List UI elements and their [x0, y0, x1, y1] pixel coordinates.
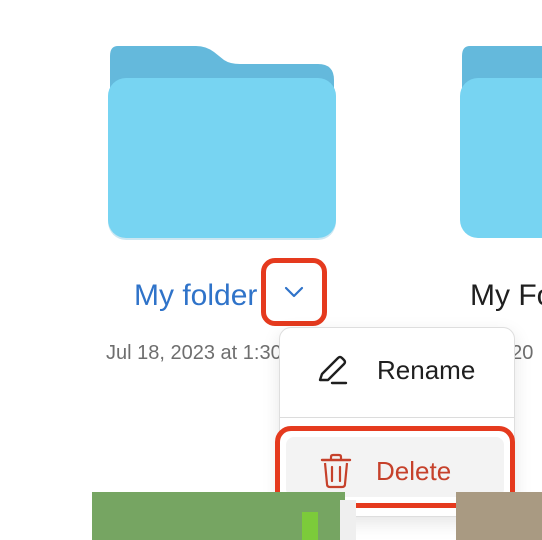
- folder-icon[interactable]: [108, 44, 336, 244]
- menu-item-label: Rename: [377, 355, 476, 385]
- folder-name[interactable]: My folder: [134, 281, 258, 311]
- chevron-down-icon: [284, 286, 304, 298]
- file-thumbnail-edge: [340, 500, 356, 540]
- file-browser: My folder Jul 18, 2023 at 1:30 My Fo , 2…: [0, 0, 542, 540]
- file-thumbnail[interactable]: [456, 492, 542, 540]
- folder-name[interactable]: My Fo: [470, 281, 542, 311]
- pencil-icon: [312, 350, 352, 390]
- folder-icon[interactable]: [460, 44, 542, 244]
- trash-icon: [316, 451, 356, 491]
- menu-item-label: Delete: [376, 456, 452, 486]
- rename-menu-item[interactable]: Rename: [280, 342, 514, 398]
- folder-options-button[interactable]: [261, 258, 327, 326]
- menu-divider: [280, 417, 514, 418]
- folder-date: Jul 18, 2023 at 1:30: [106, 343, 282, 363]
- file-thumbnail-detail: [302, 512, 318, 540]
